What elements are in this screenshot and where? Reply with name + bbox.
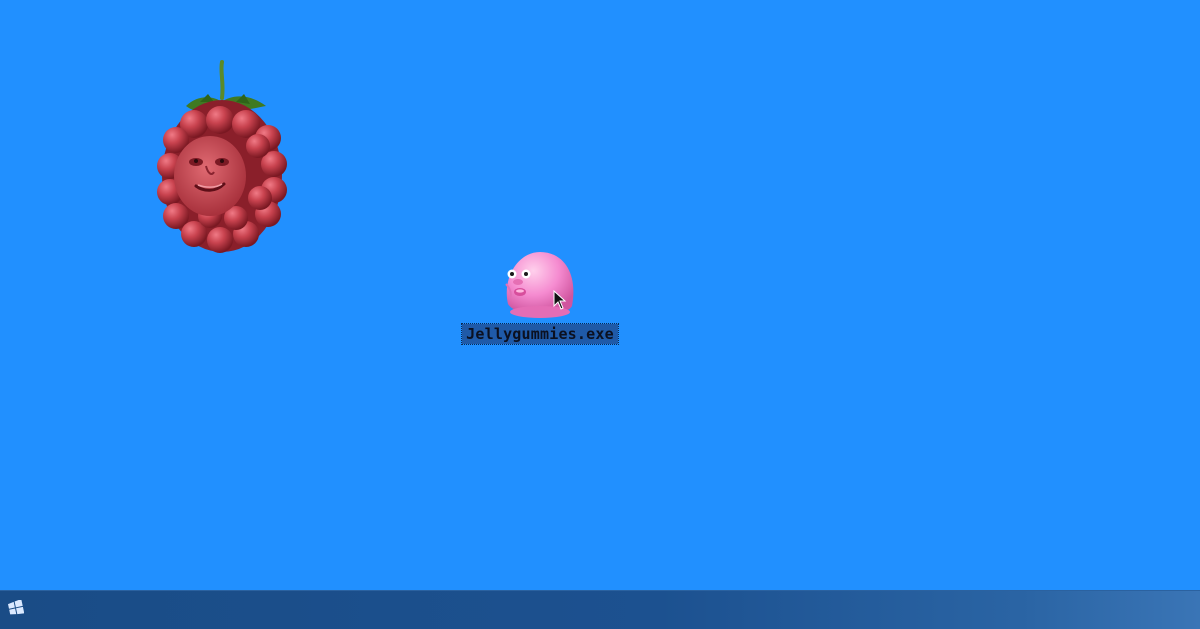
desktop[interactable]: Jellygummies.exe bbox=[0, 0, 1200, 590]
mouse-cursor-icon bbox=[553, 289, 567, 310]
start-button[interactable] bbox=[4, 598, 28, 622]
taskbar bbox=[0, 590, 1200, 629]
raspberry-face-icon bbox=[150, 58, 295, 258]
desktop-icon-jellygummies[interactable]: Jellygummies.exe bbox=[461, 248, 619, 348]
pink-gummy-face-icon[interactable] bbox=[500, 248, 580, 322]
desktop-icon-label[interactable]: Jellygummies.exe bbox=[461, 323, 619, 345]
windows-logo-icon bbox=[8, 599, 25, 620]
